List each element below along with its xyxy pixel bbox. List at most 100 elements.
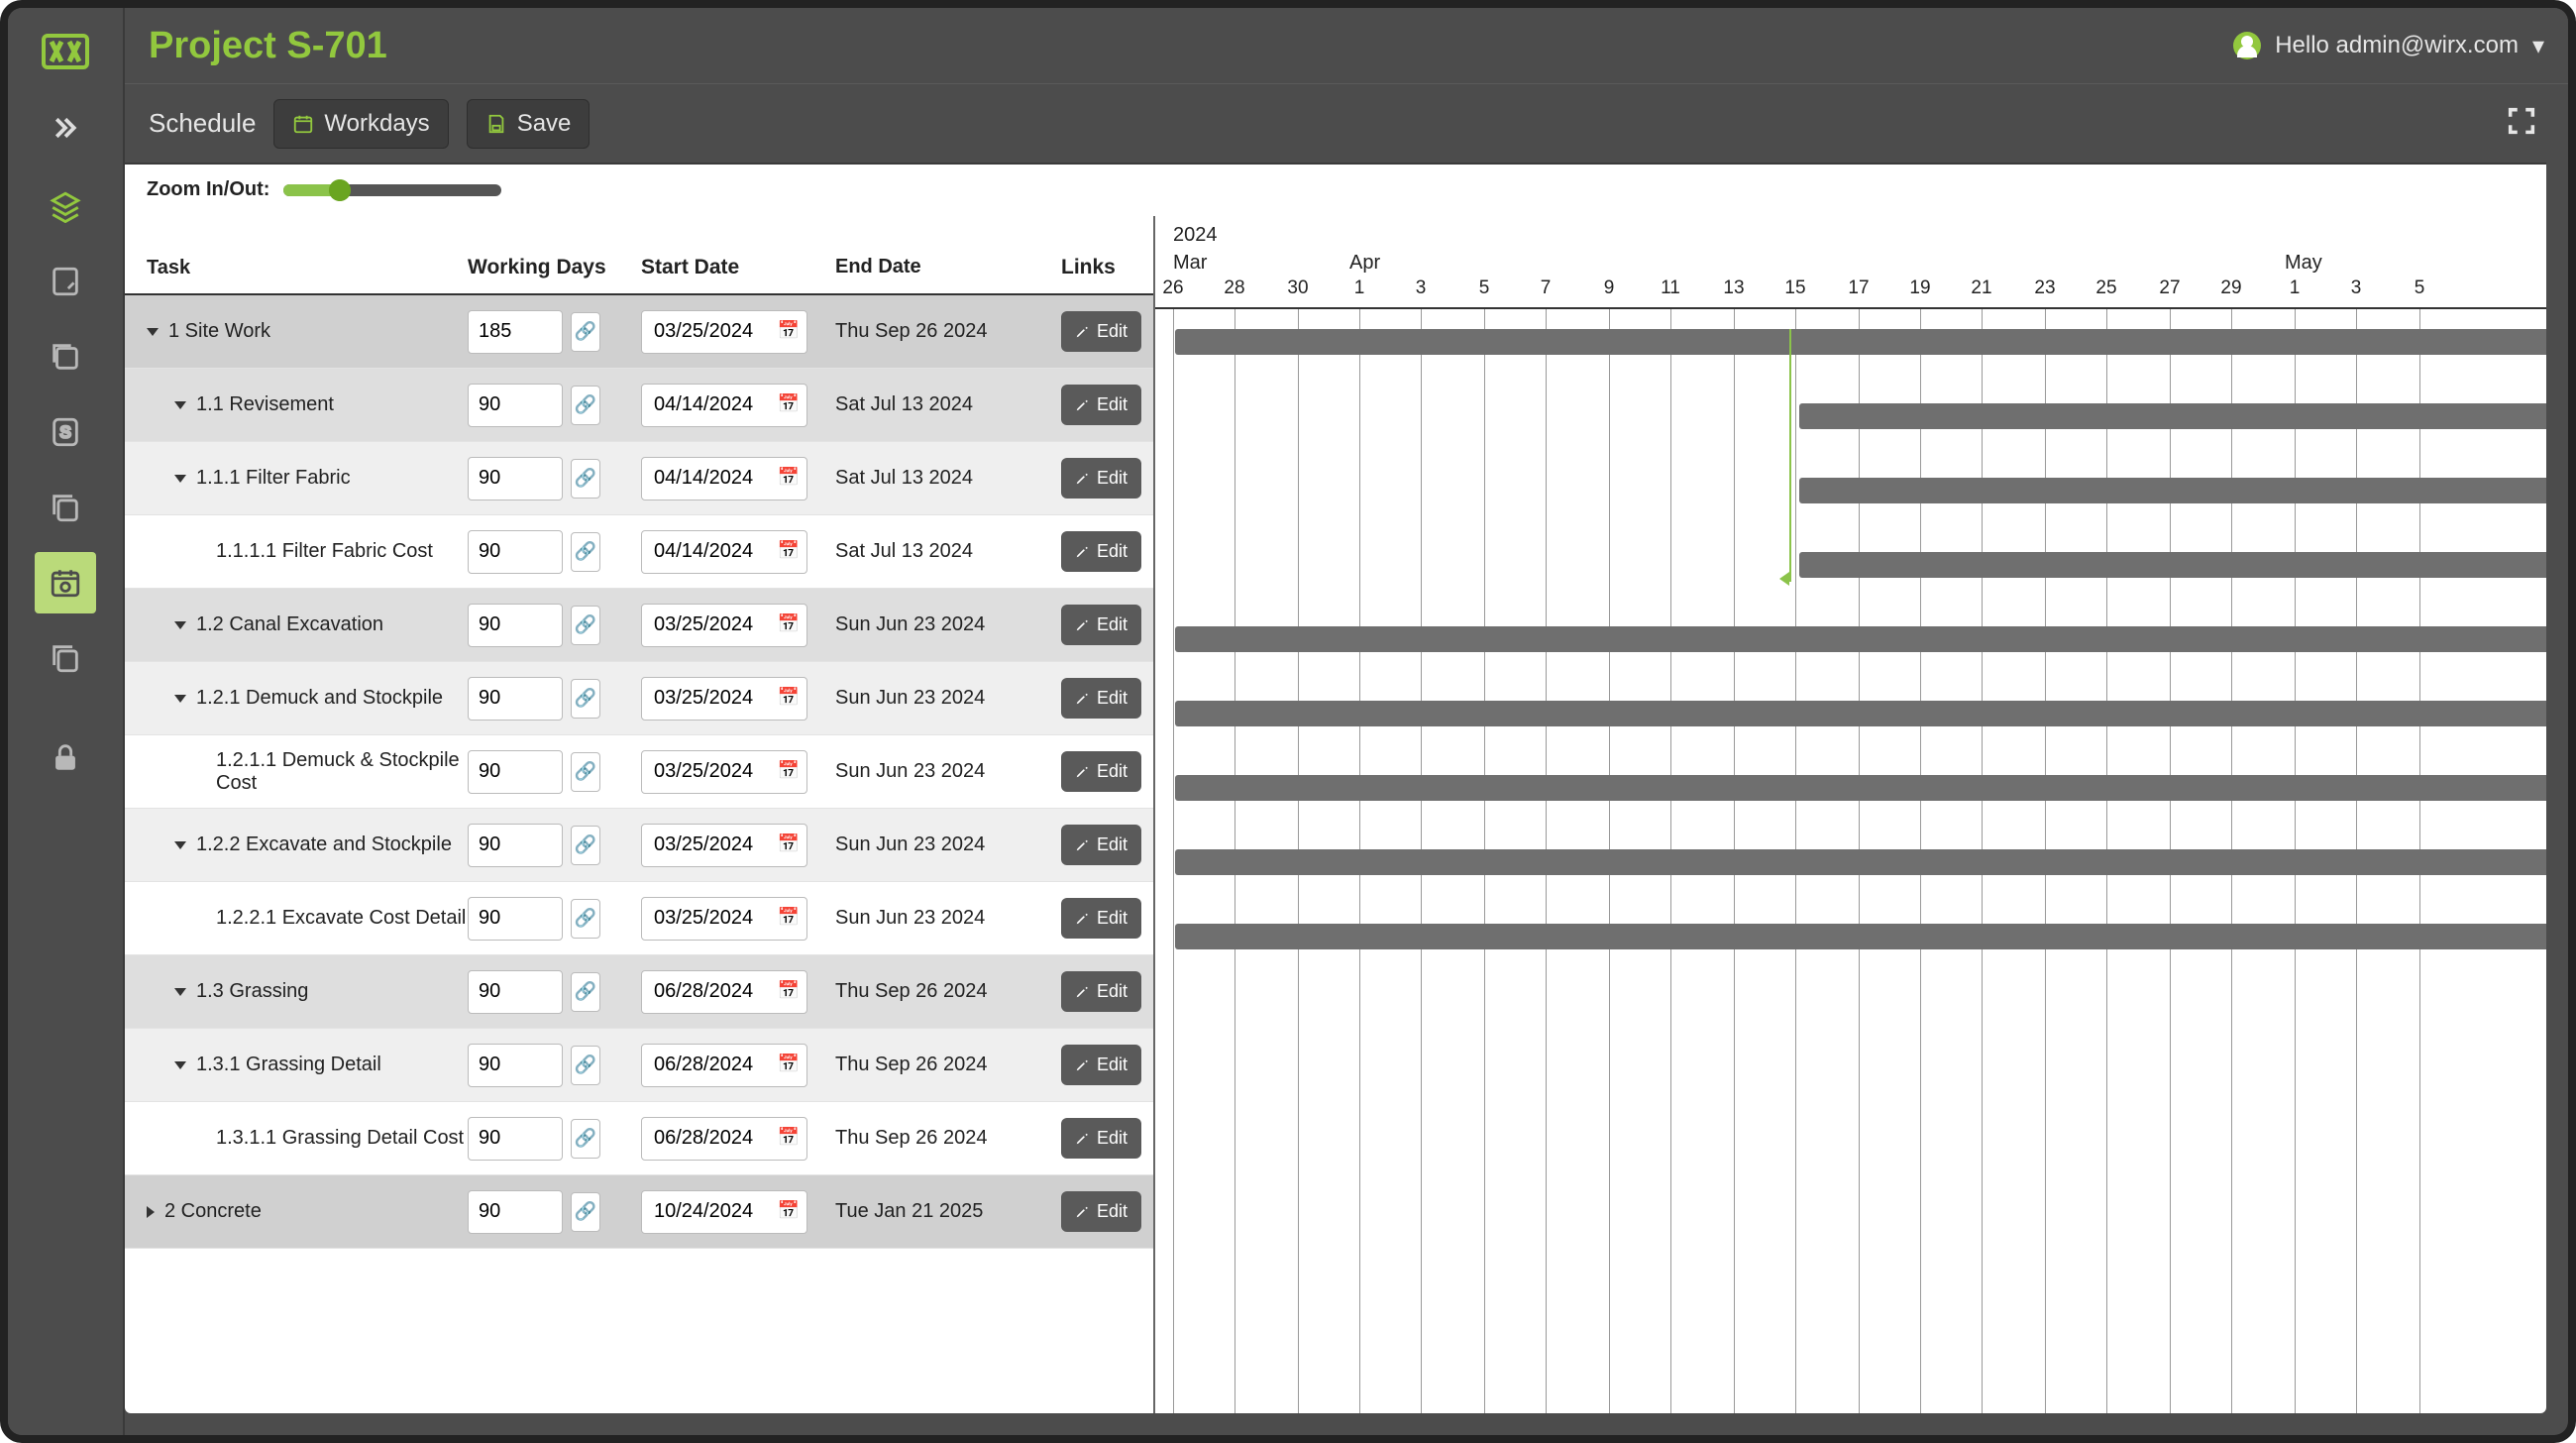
gantt-day: 27: [2150, 278, 2190, 299]
working-days-input[interactable]: [468, 824, 563, 867]
gantt-bar[interactable]: [1175, 329, 2546, 355]
edit-button[interactable]: Edit: [1061, 311, 1141, 352]
working-days-input[interactable]: [468, 1117, 563, 1161]
start-date-input[interactable]: [641, 1044, 807, 1087]
task-name: 1.3 Grassing: [196, 980, 308, 1003]
gantt-bar[interactable]: [1175, 626, 2546, 652]
gantt-bar[interactable]: [1799, 552, 2546, 578]
working-days-input[interactable]: [468, 677, 563, 721]
gantt-month: Apr: [1349, 252, 1380, 275]
gantt-bar[interactable]: [1799, 478, 2546, 503]
link-icon[interactable]: 🔗: [571, 972, 600, 1012]
link-icon[interactable]: 🔗: [571, 532, 600, 572]
nav-cost[interactable]: S: [35, 401, 96, 463]
task-name: 2 Concrete: [164, 1200, 262, 1223]
start-date-input[interactable]: [641, 604, 807, 647]
working-days-input[interactable]: [468, 604, 563, 647]
gantt-day: 21: [1962, 278, 2001, 299]
workdays-button[interactable]: Workdays: [273, 99, 448, 149]
expand-caret[interactable]: [174, 621, 186, 629]
expand-caret[interactable]: [174, 695, 186, 703]
start-date-input[interactable]: [641, 1117, 807, 1161]
start-date-input[interactable]: [641, 384, 807, 427]
working-days-input[interactable]: [468, 310, 563, 354]
nav-note[interactable]: [35, 251, 96, 312]
col-task: Task: [147, 256, 468, 279]
start-date-input[interactable]: [641, 970, 807, 1014]
edit-button[interactable]: Edit: [1061, 1118, 1141, 1159]
save-button[interactable]: Save: [467, 99, 590, 149]
start-date-input[interactable]: [641, 310, 807, 354]
sidebar-expand[interactable]: [42, 104, 89, 152]
start-date-input[interactable]: [641, 897, 807, 941]
start-date-input[interactable]: [641, 824, 807, 867]
working-days-input[interactable]: [468, 970, 563, 1014]
start-date-input[interactable]: [641, 457, 807, 500]
gantt-bar[interactable]: [1175, 924, 2546, 949]
gantt-bar[interactable]: [1175, 701, 2546, 726]
working-days-input[interactable]: [468, 530, 563, 574]
edit-button[interactable]: Edit: [1061, 1191, 1141, 1232]
edit-button[interactable]: Edit: [1061, 1045, 1141, 1085]
start-date-input[interactable]: [641, 1190, 807, 1234]
start-date-input[interactable]: [641, 750, 807, 794]
end-date: Sun Jun 23 2024: [835, 833, 1061, 856]
nav-copy2[interactable]: [35, 627, 96, 689]
expand-caret[interactable]: [174, 475, 186, 483]
link-icon[interactable]: 🔗: [571, 386, 600, 425]
table-row: 1.2.1 Demuck and Stockpile🔗📅Sun Jun 23 2…: [125, 662, 1153, 735]
nav-schedule[interactable]: [35, 552, 96, 613]
nav-lock[interactable]: [35, 726, 96, 788]
working-days-input[interactable]: [468, 1190, 563, 1234]
link-icon[interactable]: 🔗: [571, 679, 600, 719]
expand-caret[interactable]: [147, 1206, 155, 1218]
link-icon[interactable]: 🔗: [571, 1192, 600, 1232]
start-date-input[interactable]: [641, 677, 807, 721]
link-icon[interactable]: 🔗: [571, 606, 600, 645]
table-row: 1.2.2.1 Excavate Cost Detail🔗📅Sun Jun 23…: [125, 882, 1153, 955]
zoom-thumb[interactable]: [329, 179, 351, 201]
gantt-day: 5: [1464, 278, 1504, 299]
working-days-input[interactable]: [468, 384, 563, 427]
link-icon[interactable]: 🔗: [571, 1046, 600, 1085]
link-icon[interactable]: 🔗: [571, 899, 600, 939]
zoom-slider[interactable]: [283, 184, 501, 196]
fullscreen-button[interactable]: [2499, 98, 2544, 149]
gantt-bar[interactable]: [1175, 775, 2546, 801]
link-icon[interactable]: 🔗: [571, 752, 600, 792]
edit-button[interactable]: Edit: [1061, 898, 1141, 939]
edit-button[interactable]: Edit: [1061, 971, 1141, 1012]
link-icon[interactable]: 🔗: [571, 1119, 600, 1159]
end-date: Sun Jun 23 2024: [835, 907, 1061, 930]
nav-collection[interactable]: [35, 326, 96, 388]
gantt-bar[interactable]: [1799, 403, 2546, 429]
working-days-input[interactable]: [468, 1044, 563, 1087]
expand-caret[interactable]: [174, 1061, 186, 1069]
expand-caret[interactable]: [174, 401, 186, 409]
col-working-days: Working Days: [468, 256, 641, 279]
edit-button[interactable]: Edit: [1061, 458, 1141, 499]
edit-button[interactable]: Edit: [1061, 385, 1141, 425]
nav-layers[interactable]: [35, 175, 96, 237]
edit-button[interactable]: Edit: [1061, 678, 1141, 719]
gantt-bar[interactable]: [1175, 849, 2546, 875]
working-days-input[interactable]: [468, 750, 563, 794]
link-icon[interactable]: 🔗: [571, 826, 600, 865]
edit-button[interactable]: Edit: [1061, 751, 1141, 792]
edit-button[interactable]: Edit: [1061, 825, 1141, 865]
expand-caret[interactable]: [174, 988, 186, 996]
nav-copy[interactable]: [35, 477, 96, 538]
working-days-input[interactable]: [468, 457, 563, 500]
task-name: 1.1 Revisement: [196, 393, 334, 416]
working-days-input[interactable]: [468, 897, 563, 941]
start-date-input[interactable]: [641, 530, 807, 574]
edit-button[interactable]: Edit: [1061, 531, 1141, 572]
app-logo: [42, 28, 89, 80]
link-icon[interactable]: 🔗: [571, 459, 600, 499]
edit-button[interactable]: Edit: [1061, 605, 1141, 645]
expand-caret[interactable]: [174, 841, 186, 849]
user-menu-caret[interactable]: ▾: [2532, 32, 2544, 60]
link-icon[interactable]: 🔗: [571, 312, 600, 352]
end-date: Sat Jul 13 2024: [835, 467, 1061, 490]
expand-caret[interactable]: [147, 328, 159, 336]
